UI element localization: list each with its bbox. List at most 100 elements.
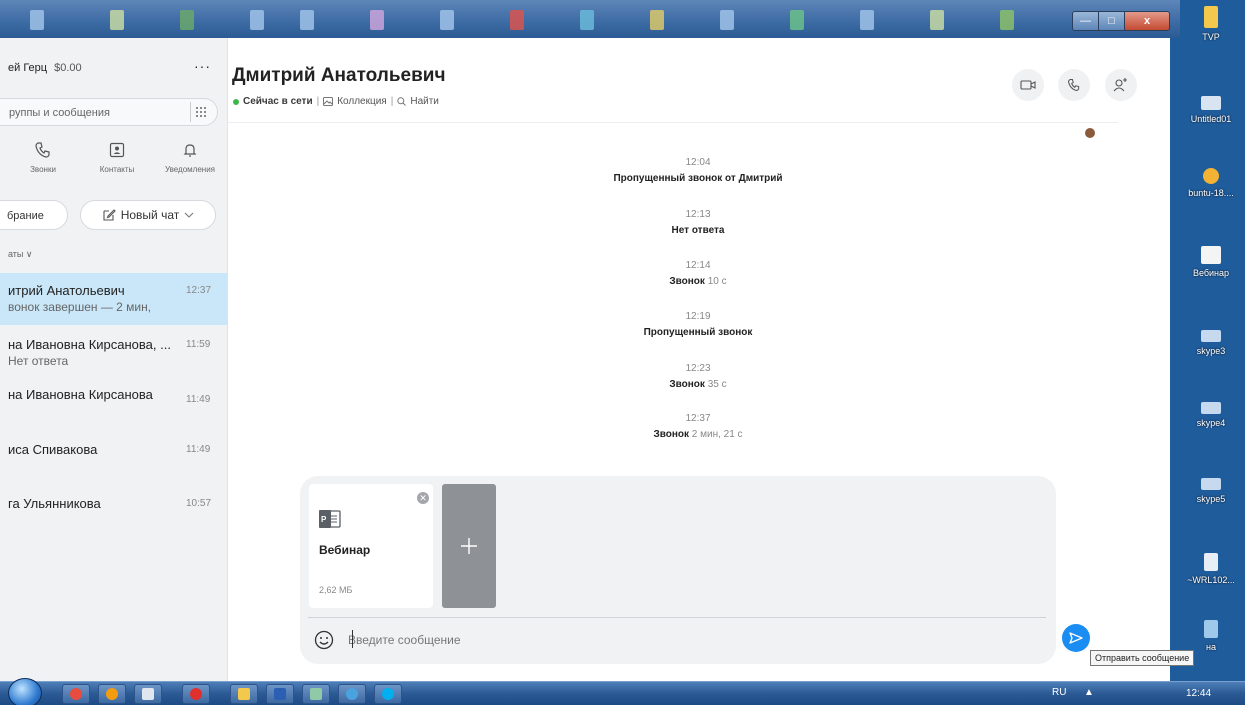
chrome-icon (70, 688, 82, 700)
collection-link[interactable]: Коллекция (337, 96, 387, 107)
taskbar-app[interactable] (134, 684, 162, 704)
powerpoint-file-icon: P (319, 510, 341, 528)
video-call-button[interactable] (1012, 69, 1044, 101)
chat-item[interactable]: га Ульянникова 10:57 (0, 486, 227, 538)
add-attachment-button[interactable] (442, 484, 496, 608)
taskbar-app[interactable] (230, 684, 258, 704)
chat-item[interactable]: иса Спивакова 11:49 (0, 432, 227, 484)
more-options-button[interactable]: ··· (194, 58, 211, 74)
desktop-icon[interactable]: skype3 (1178, 330, 1244, 356)
audio-call-button[interactable] (1058, 69, 1090, 101)
attachment-card[interactable]: ✕ P Вебинар 2,62 МБ (309, 484, 433, 608)
chat-time: 11:59 (186, 339, 211, 350)
close-button[interactable]: x (1125, 12, 1169, 30)
send-tooltip: Отправить сообщение (1090, 650, 1195, 666)
message-input[interactable] (348, 631, 848, 649)
find-link[interactable]: Найти (410, 96, 439, 107)
phone-icon (35, 142, 50, 158)
language-indicator[interactable]: RU (1052, 687, 1066, 698)
taskbar-app[interactable] (374, 684, 402, 704)
event-label: Звонок (669, 276, 705, 287)
event-detail: 2 мин, 21 с (691, 429, 743, 440)
dialpad-icon[interactable] (190, 102, 210, 122)
emoji-icon[interactable] (314, 630, 334, 650)
nav-notifications[interactable]: Уведомления (155, 141, 225, 174)
send-button[interactable] (1062, 624, 1090, 652)
event-time: 12:23 (685, 363, 711, 374)
strip-icon (930, 10, 944, 30)
chat-name: иса Спивакова (8, 442, 98, 457)
profile[interactable]: ей Герц $0.00 (8, 62, 82, 74)
strip-icon (720, 10, 734, 30)
desktop-icon[interactable]: skype5 (1178, 478, 1244, 504)
tray-expand-icon[interactable]: ▲ (1084, 687, 1094, 698)
nav-contacts[interactable]: Контакты (82, 141, 152, 174)
taskbar-app[interactable] (302, 684, 330, 704)
event-time: 12:14 (685, 260, 711, 271)
video-camera-icon (1020, 80, 1036, 90)
add-people-button[interactable] (1105, 69, 1137, 101)
taskbar-app[interactable] (266, 684, 294, 704)
strip-icon (860, 10, 874, 30)
plus-icon (461, 538, 477, 554)
strip-icon (180, 10, 194, 30)
desktop-icon[interactable]: TVP (1178, 6, 1244, 42)
desktop-icon-label: skype3 (1196, 346, 1226, 356)
clock[interactable]: 12:44 (1186, 688, 1211, 699)
event-time: 12:19 (685, 311, 711, 322)
meet-now-button[interactable]: брание (0, 200, 68, 230)
minimize-button[interactable]: — (1073, 12, 1099, 30)
nav-calls[interactable]: Звонки (8, 141, 78, 174)
maximize-button[interactable]: □ (1099, 12, 1125, 30)
desktop-icon[interactable]: skype4 (1178, 402, 1244, 428)
desktop-icon[interactable]: Untitled01 (1178, 96, 1244, 124)
chat-item[interactable]: на Ивановна Кирсанова 11:49 (0, 377, 227, 429)
strip-icon (650, 10, 664, 30)
event-label-row: Пропущенный звонок (228, 327, 1168, 338)
chat-name: на Ивановна Кирсанова, ... (8, 337, 171, 352)
event-time: 12:37 (685, 413, 711, 424)
nav-calls-label: Звонки (30, 165, 56, 174)
search-input[interactable]: руппы и сообщения (9, 107, 110, 119)
avatar (1085, 128, 1095, 138)
strip-icon (110, 10, 124, 30)
word-icon (274, 688, 286, 700)
call-event: 12:13 Нет ответа (228, 209, 1168, 236)
strip-icon (250, 10, 264, 30)
paint-icon (310, 688, 322, 700)
recycle-bin-icon (1204, 620, 1218, 638)
desktop-icon[interactable]: на (1178, 620, 1244, 652)
event-label: Звонок (669, 379, 705, 390)
header-divider (228, 122, 1118, 123)
taskbar-app[interactable] (62, 684, 90, 704)
desktop-icon-label: skype4 (1196, 418, 1226, 428)
chat-item[interactable]: итрий Анатольевич вонок завершен — 2 мин… (0, 273, 227, 325)
event-label-row: Пропущенный звонок от Дмитрий (228, 173, 1168, 184)
chat-preview: вонок завершен — 2 мин, (8, 300, 152, 314)
taskbar-app[interactable] (98, 684, 126, 704)
skype-icon (382, 688, 394, 700)
strip-icon (790, 10, 804, 30)
chat-name: итрий Анатольевич (8, 283, 125, 298)
chat-name: на Ивановна Кирсанова (8, 387, 153, 402)
send-icon (1069, 632, 1083, 644)
new-chat-label: Новый чат (120, 208, 180, 222)
separator: | (390, 96, 394, 107)
start-button[interactable] (8, 678, 42, 705)
conversation-title[interactable]: Дмитрий Анатольевич (232, 65, 445, 87)
desktop-icon[interactable]: ~WRL102... (1178, 553, 1244, 585)
desktop-icon[interactable]: buntu-18.... (1178, 168, 1244, 198)
event-label-row: Нет ответа (228, 225, 1168, 236)
desktop-icon[interactable]: Вебинар (1178, 246, 1244, 278)
strip-icon (1000, 10, 1014, 30)
window-controls: — □ x (1072, 11, 1170, 31)
remove-attachment-button[interactable]: ✕ (417, 492, 429, 504)
taskbar-app[interactable] (182, 684, 210, 704)
chats-filter[interactable]: аты ∨ (8, 249, 33, 260)
search-icon (397, 97, 407, 106)
new-chat-button[interactable]: Новый чат (80, 200, 216, 230)
taskbar-app[interactable] (338, 684, 366, 704)
chat-item[interactable]: на Ивановна Кирсанова, ... Нет ответа 11… (0, 327, 227, 379)
event-label: Пропущенный звонок (643, 327, 753, 338)
search-box[interactable]: руппы и сообщения (0, 98, 218, 126)
